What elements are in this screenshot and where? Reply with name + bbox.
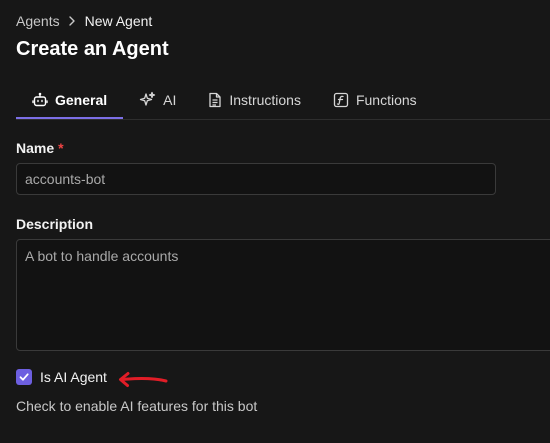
breadcrumb-agents-link[interactable]: Agents (16, 12, 60, 30)
tab-functions[interactable]: Functions (317, 80, 433, 119)
tab-bar: General AI Instructions Functions (16, 80, 550, 119)
is-ai-agent-label[interactable]: Is AI Agent (40, 369, 107, 385)
annotation-arrow-icon (119, 372, 168, 387)
name-label-text: Name (16, 140, 55, 156)
tab-instructions-label: Instructions (229, 91, 301, 108)
tab-ai[interactable]: AI (123, 80, 192, 119)
sparkles-icon (139, 91, 156, 108)
is-ai-agent-help-text: Check to enable AI features for this bot (16, 398, 258, 414)
chevron-right-icon (68, 16, 76, 26)
name-label: Name * (16, 139, 64, 157)
description-textarea[interactable]: A bot to handle accounts (16, 239, 550, 351)
document-icon (208, 92, 222, 108)
checkmark-icon (19, 373, 29, 381)
tab-ai-label: AI (163, 91, 177, 108)
tab-general-label: General (55, 91, 108, 108)
is-ai-agent-checkbox[interactable] (16, 369, 32, 385)
required-marker: * (58, 140, 64, 156)
page-title: Create an Agent (16, 38, 169, 60)
tab-divider (16, 119, 550, 120)
tab-instructions[interactable]: Instructions (192, 80, 317, 119)
name-input[interactable]: accounts-bot (16, 163, 496, 195)
breadcrumb: Agents New Agent (16, 12, 152, 30)
breadcrumb-current: New Agent (84, 13, 153, 29)
tab-general[interactable]: General (16, 80, 124, 119)
is-ai-agent-row: Is AI Agent (16, 369, 107, 385)
tab-functions-label: Functions (355, 91, 417, 108)
function-icon (333, 92, 349, 108)
bot-icon (32, 92, 48, 108)
description-label: Description (16, 216, 94, 232)
